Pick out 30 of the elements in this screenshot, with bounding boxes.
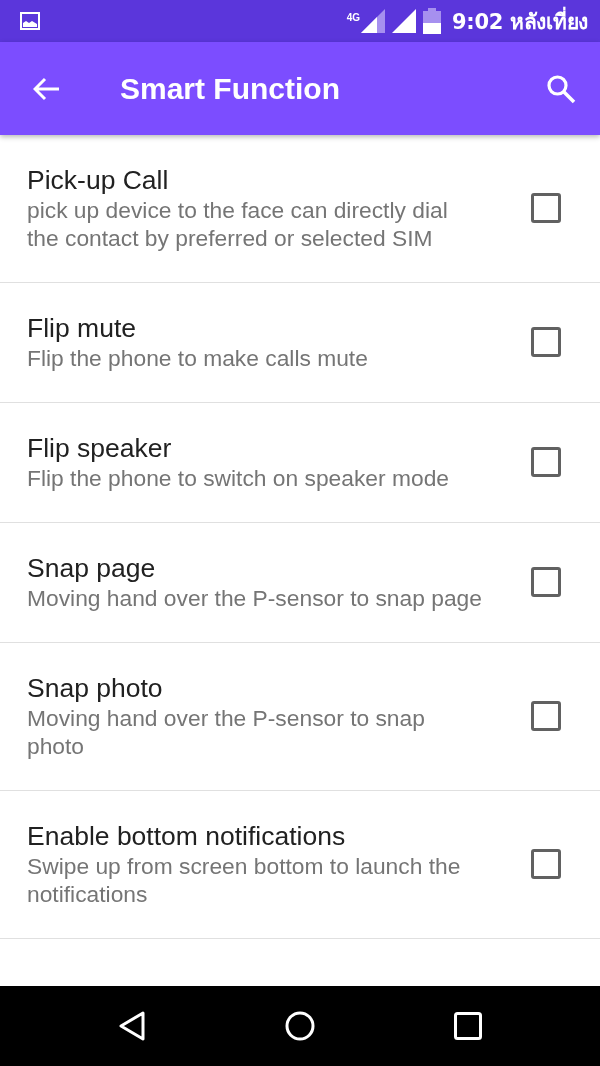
checkbox[interactable] (531, 193, 561, 223)
network-type-label: 4G (346, 12, 361, 23)
checkbox[interactable] (531, 327, 561, 357)
screen-title: Smart Function (120, 71, 340, 106)
checkbox[interactable] (531, 447, 561, 477)
setting-title: Enable bottom notifications (27, 820, 347, 852)
setting-description: pick up device to the face can directly dial the contact by preferred or selected SIM (27, 196, 449, 252)
back-arrow-icon[interactable] (33, 76, 60, 101)
setting-description: Swipe up from screen bottom to launch the notifications (27, 852, 462, 908)
home-icon[interactable] (285, 1011, 315, 1041)
setting-description: Moving hand over the P-sensor to snap page (27, 584, 483, 612)
cell-signal-icon (392, 9, 417, 33)
cell-signal-icon (361, 9, 386, 33)
setting-title: Snap page (27, 552, 157, 584)
back-icon[interactable] (118, 1011, 146, 1041)
search-icon[interactable] (546, 73, 576, 104)
setting-title: Snap photo (27, 672, 164, 704)
checkbox[interactable] (531, 701, 561, 731)
setting-description: Moving hand over the P-sensor to snap photo (27, 704, 426, 760)
setting-title: Pick-up Call (27, 164, 170, 196)
image-notification-icon (20, 12, 40, 30)
recent-apps-icon[interactable] (454, 1012, 482, 1040)
setting-description: Flip the phone to switch on speaker mode (27, 464, 450, 492)
setting-title: Flip speaker (27, 432, 173, 464)
battery-icon (423, 8, 442, 34)
checkbox[interactable] (531, 567, 561, 597)
setting-title: Flip mute (27, 312, 137, 344)
checkbox[interactable] (531, 849, 561, 879)
setting-description: Flip the phone to make calls mute (27, 344, 369, 372)
status-time: 9:02 หลังเที่ยง (452, 4, 588, 38)
